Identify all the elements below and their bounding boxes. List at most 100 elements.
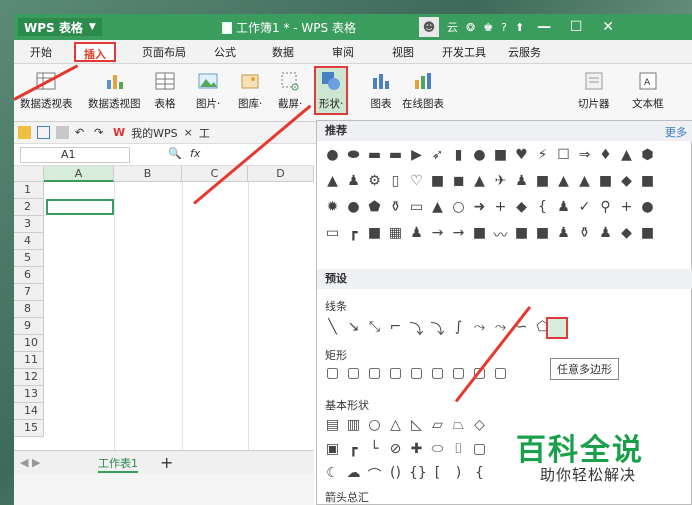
column-header-d[interactable]: D: [248, 166, 314, 182]
app-menu-button[interactable]: WPS 表格 ▼: [18, 18, 102, 36]
minimize-button[interactable]: —: [532, 19, 556, 35]
rect-icon[interactable]: ▢: [430, 365, 445, 381]
shape-icon[interactable]: ■: [535, 173, 550, 189]
shape-icon[interactable]: ▬: [367, 147, 382, 163]
active-cell[interactable]: [46, 199, 114, 215]
shape-icon[interactable]: ▲: [619, 147, 634, 163]
shape-icon[interactable]: ○: [451, 199, 466, 215]
shape-icon[interactable]: ▲: [430, 199, 445, 215]
shape-icon[interactable]: ◆: [619, 173, 634, 189]
tab-formula[interactable]: 公式: [214, 44, 236, 60]
shape-icon[interactable]: ▲: [325, 173, 340, 189]
shape-icon[interactable]: ▤: [325, 417, 340, 433]
shape-icon[interactable]: ●: [640, 199, 655, 215]
shape-icon[interactable]: ♟: [514, 173, 529, 189]
shape-icon[interactable]: ⬟: [367, 199, 382, 215]
print-icon[interactable]: [56, 126, 69, 139]
shape-icon[interactable]: ♟: [556, 225, 571, 245]
shape-icon[interactable]: ┏: [346, 441, 361, 457]
table-button[interactable]: 表格: [154, 70, 176, 111]
row-header[interactable]: 4: [14, 233, 44, 250]
shape-icon[interactable]: {: [472, 465, 487, 485]
shape-icon[interactable]: ▮: [451, 147, 466, 163]
shape-icon[interactable]: ◇: [472, 417, 487, 433]
shape-icon[interactable]: ➜: [472, 199, 487, 215]
shape-icon[interactable]: ▬: [388, 147, 403, 163]
line-icon[interactable]: ╲: [325, 319, 340, 339]
elbow-arrow-icon[interactable]: ⤵: [409, 319, 424, 339]
select-all[interactable]: [14, 166, 44, 182]
shape-icon[interactable]: ♟: [556, 199, 571, 215]
shape-icon[interactable]: 〰: [493, 225, 508, 245]
shape-icon[interactable]: ♟: [598, 225, 613, 245]
shape-icon[interactable]: ⚱: [388, 199, 403, 215]
shape-icon[interactable]: ✓: [577, 199, 592, 215]
rect-icon[interactable]: ▢: [367, 365, 382, 381]
my-wps-tab[interactable]: 我的WPS: [131, 125, 178, 141]
picture-button[interactable]: 图片·: [196, 70, 220, 111]
row-header[interactable]: 10: [14, 335, 44, 352]
shape-icon[interactable]: ▦: [388, 225, 403, 245]
shape-icon[interactable]: ●: [346, 199, 361, 215]
elbow-connector-icon[interactable]: ⌐: [388, 319, 403, 339]
rect-icon[interactable]: ▢: [346, 365, 361, 381]
row-header[interactable]: 7: [14, 284, 44, 301]
add-sheet-button[interactable]: +: [160, 453, 173, 472]
shape-icon[interactable]: →: [430, 225, 445, 245]
shape-icon[interactable]: →: [451, 225, 466, 245]
maximize-button[interactable]: ☐: [564, 19, 588, 35]
shape-icon[interactable]: ▶: [409, 147, 424, 163]
shape-icon[interactable]: ▭: [409, 199, 424, 215]
shape-icon[interactable]: ●: [325, 147, 340, 163]
shape-icon[interactable]: ▯: [388, 173, 403, 189]
shape-icon[interactable]: ▲: [556, 173, 571, 189]
shape-icon[interactable]: ♥: [514, 147, 529, 163]
shape-icon[interactable]: ◺: [409, 417, 424, 433]
sheet-nav-arrows-icon[interactable]: ◀ ▶: [20, 456, 40, 469]
shape-icon[interactable]: ▣: [325, 441, 340, 457]
shape-icon[interactable]: ⌒: [367, 465, 382, 485]
shape-icon[interactable]: ■: [640, 225, 655, 245]
tab-view[interactable]: 视图: [392, 44, 414, 60]
shape-icon[interactable]: ⚙: [367, 173, 382, 189]
column-header-a[interactable]: A: [44, 166, 114, 182]
shape-icon[interactable]: ⚱: [577, 225, 592, 245]
shape-icon[interactable]: ⚲: [598, 199, 613, 215]
freeform-highlight[interactable]: [546, 317, 568, 339]
pivot-chart-button[interactable]: 数据透视图: [88, 70, 141, 111]
more-link[interactable]: 更多: [665, 124, 687, 140]
shape-icon[interactable]: △: [388, 417, 403, 433]
undo-icon[interactable]: ↶: [75, 126, 88, 139]
shape-icon[interactable]: ⊘: [388, 441, 403, 457]
shape-icon[interactable]: ➶: [430, 147, 445, 163]
rect-icon[interactable]: ▢: [493, 365, 508, 381]
shape-icon[interactable]: ■: [493, 147, 508, 163]
row-header[interactable]: 13: [14, 386, 44, 403]
open-folder-icon[interactable]: [18, 126, 31, 139]
rect-icon[interactable]: ▢: [325, 365, 340, 381]
shape-icon[interactable]: ⬢: [640, 147, 655, 163]
shape-icon[interactable]: ◆: [619, 225, 634, 245]
name-box[interactable]: A1: [20, 147, 130, 163]
shape-icon[interactable]: ■: [640, 173, 655, 189]
shape-icon[interactable]: ■: [535, 225, 550, 245]
shape-icon[interactable]: └: [367, 441, 382, 457]
row-header[interactable]: 6: [14, 267, 44, 284]
close-tab-button[interactable]: ×: [184, 126, 193, 139]
arrow-line-icon[interactable]: ↘: [346, 319, 361, 339]
shape-icon[interactable]: ⬭: [430, 441, 445, 457]
gallery-button[interactable]: 图库·: [238, 70, 262, 111]
shape-icon[interactable]: +: [493, 199, 508, 215]
chart-button[interactable]: 图表: [370, 70, 392, 111]
avatar[interactable]: ☻: [419, 17, 439, 37]
shape-icon[interactable]: ■: [367, 225, 382, 245]
row-header[interactable]: 8: [14, 301, 44, 318]
shape-icon[interactable]: ■: [472, 225, 487, 245]
tab-developer[interactable]: 开发工具: [442, 44, 486, 60]
row-header[interactable]: 3: [14, 216, 44, 233]
shape-icon[interactable]: ⬬: [346, 147, 361, 163]
shape-icon[interactable]: ☾: [325, 465, 340, 485]
shape-icon[interactable]: ○: [367, 417, 382, 433]
shape-icon[interactable]: ♡: [409, 173, 424, 189]
row-header[interactable]: 9: [14, 318, 44, 335]
